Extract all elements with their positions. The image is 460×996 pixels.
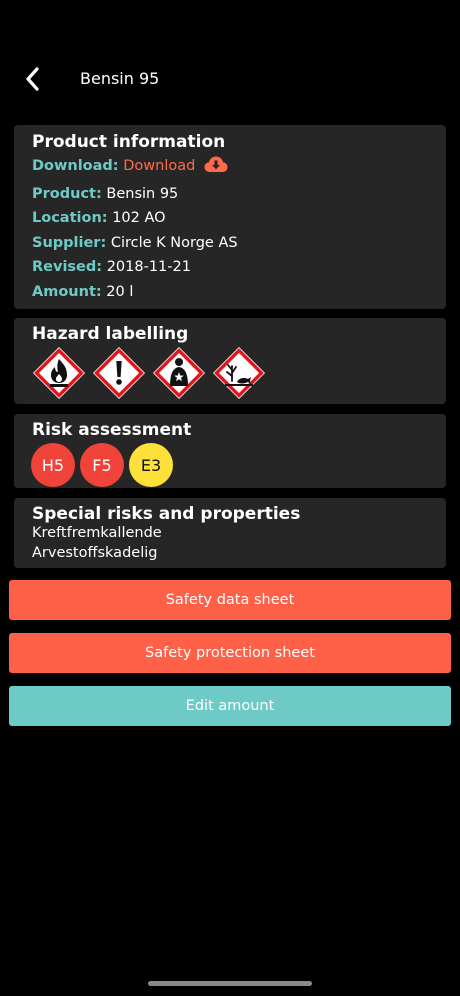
revised-value: 2018-11-21 (106, 259, 191, 276)
amount-key: Amount: (32, 283, 102, 300)
product-value: Bensin 95 (106, 185, 179, 202)
download-link[interactable]: Download (123, 158, 195, 174)
page-title: Bensin 95 (80, 69, 160, 88)
risk-assessment-title: Risk assessment (32, 420, 192, 440)
safety-protection-sheet-button[interactable]: Safety protection sheet (9, 633, 451, 673)
hazard-labelling-title: Hazard labelling (32, 324, 189, 344)
special-risk-item: Kreftfremkallende (32, 525, 162, 541)
back-button[interactable] (16, 62, 50, 96)
product-key: Product: (32, 185, 102, 202)
revised-key: Revised: (32, 259, 103, 276)
special-risk-item: Arvestoffskadelig (32, 544, 158, 561)
flame-pictogram-icon (33, 347, 85, 399)
risk-badge-health: H5 (31, 443, 75, 487)
product-row: Product: Bensin 95 (32, 182, 446, 207)
supplier-key: Supplier: (32, 234, 107, 251)
chevron-left-icon (26, 67, 39, 91)
product-info-title: Product information (32, 132, 226, 152)
supplier-value: Circle K Norge AS (110, 234, 238, 251)
hazard-pictograms (32, 346, 266, 400)
location-row: Location: 102 AO (32, 206, 446, 231)
health-hazard-pictogram-icon (153, 347, 205, 399)
risk-badge-fire: F5 (80, 443, 124, 487)
safety-data-sheet-button[interactable]: Safety data sheet (9, 580, 451, 620)
edit-amount-button[interactable]: Edit amount (9, 686, 451, 726)
location-value: 102 AO (112, 210, 166, 227)
risk-assessment-card: Risk assessment H5 F5 E3 (14, 414, 446, 488)
product-info-card: Product information Download: Download P… (14, 125, 446, 309)
risk-badge-environment: E3 (129, 443, 173, 487)
amount-row: Amount: 20 l (32, 280, 446, 305)
download-label: Download: (32, 158, 119, 174)
special-risks-card: Special risks and properties Kreftfremka… (14, 498, 446, 568)
location-key: Location: (32, 210, 108, 227)
home-indicator[interactable] (148, 981, 312, 986)
amount-value: 20 l (106, 283, 134, 300)
special-risks-title: Special risks and properties (32, 504, 301, 524)
cloud-download-icon[interactable] (204, 156, 228, 182)
app-header: Bensin 95 (0, 52, 460, 108)
exclamation-pictogram-icon (93, 347, 145, 399)
download-row: Download: Download (32, 154, 446, 182)
risk-badges: H5 F5 E3 (31, 443, 173, 487)
supplier-row: Supplier: Circle K Norge AS (32, 231, 446, 256)
revised-row: Revised: 2018-11-21 (32, 255, 446, 280)
environment-pictogram-icon (213, 347, 265, 399)
hazard-labelling-card: Hazard labelling (14, 318, 446, 404)
